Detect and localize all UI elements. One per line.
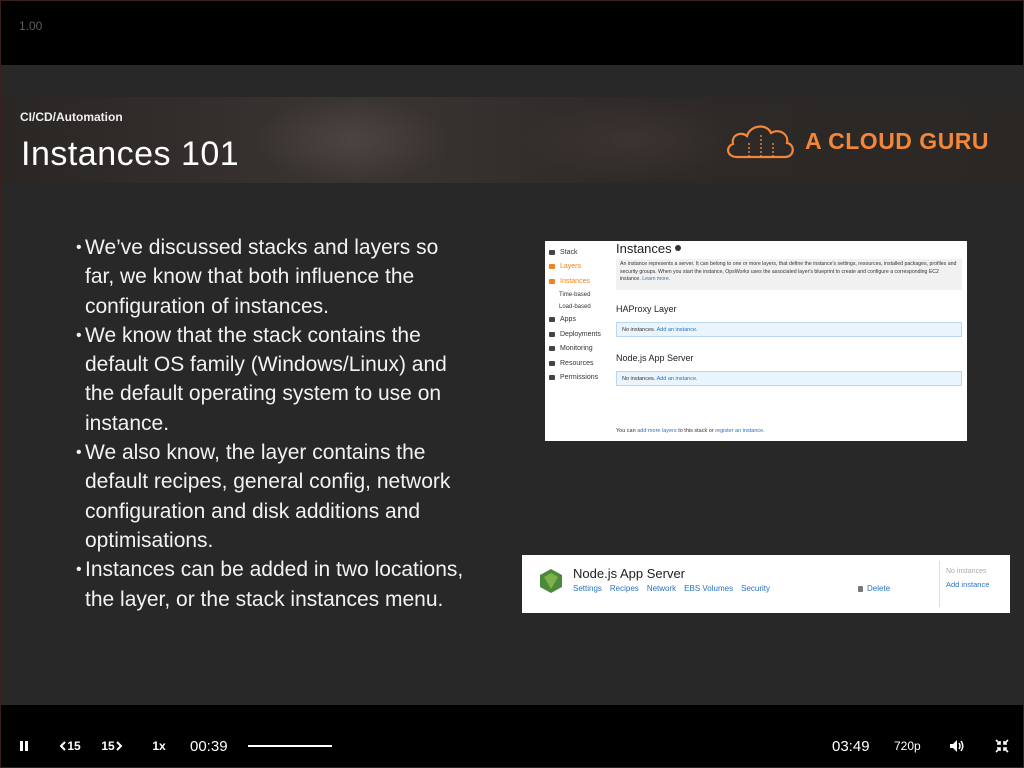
- deployments-icon: [549, 331, 555, 337]
- sidebar-item-monitoring: Monitoring: [545, 342, 609, 357]
- monitoring-icon: [549, 346, 555, 352]
- learn-more-link: Learn more.: [642, 276, 671, 282]
- playback-speed-button[interactable]: 1x: [148, 735, 170, 757]
- exit-fullscreen-button[interactable]: [991, 735, 1013, 757]
- playback-speed-indicator: 1.00: [19, 19, 43, 33]
- bullet-list: We’ve discussed stacks and layers so far…: [76, 233, 516, 614]
- chevron-left-icon: [59, 741, 67, 751]
- layer-link-network: Network: [646, 584, 677, 593]
- rewind-15-button[interactable]: 15: [57, 735, 83, 757]
- trash-icon: [858, 585, 863, 592]
- slide-header: CI/CD/Automation Instances 101 A CLOUD G…: [1, 97, 1024, 183]
- bullet-line: Instances can be added in two locations,: [85, 558, 464, 582]
- header-background-blur: [521, 97, 741, 183]
- layer-links: Settings Recipes Network EBS Volumes Sec…: [573, 584, 770, 593]
- instances-icon: [549, 278, 555, 284]
- apps-icon: [549, 317, 555, 323]
- layer-name: Node.js App Server: [573, 566, 686, 581]
- brand-name: A CLOUD GURU: [805, 127, 990, 154]
- bullet-item: Instances can be added in two locations,…: [76, 555, 516, 614]
- lock-icon: [549, 375, 555, 381]
- slide: CI/CD/Automation Instances 101 A CLOUD G…: [1, 65, 1024, 705]
- sidebar-item-permissions: Permissions: [545, 371, 609, 386]
- sidebar-item-time-based: Time-based: [559, 291, 591, 298]
- pause-button[interactable]: [13, 735, 35, 757]
- forward-15-button[interactable]: 15: [99, 735, 125, 757]
- no-instances-label: No instances: [946, 568, 987, 575]
- sidebar-item-deployments: Deployments: [545, 327, 609, 342]
- cloud-logo-icon: [727, 125, 794, 159]
- layer-card-screenshot: Node.js App Server Settings Recipes Netw…: [522, 555, 1010, 613]
- layer-link-ebs-volumes: EBS Volumes: [684, 584, 734, 593]
- volume-button[interactable]: [946, 735, 968, 757]
- volume-icon: [950, 740, 964, 752]
- layer-link-recipes: Recipes: [609, 584, 639, 593]
- add-more-layers-link: add more layers: [637, 428, 677, 434]
- add-instance-link: Add instance: [946, 580, 990, 589]
- bullet-line: default OS family (Windows/Linux) and: [85, 353, 447, 377]
- layers-icon: [549, 264, 555, 270]
- bullet-line: instance.: [85, 411, 170, 435]
- add-instance-link: Add an instance.: [656, 327, 698, 333]
- slide-title: Instances 101: [21, 135, 240, 173]
- no-instances-notice: No instances. Add an instance.: [616, 371, 962, 386]
- sidebar-item-layers: Layers: [545, 260, 609, 275]
- instances-description: An instance represents a server. It can …: [616, 259, 962, 290]
- bullet-line: optimisations.: [85, 528, 214, 552]
- bullet-line: the default operating system to use on: [85, 382, 442, 406]
- bullet-line: We’ve discussed stacks and layers so: [85, 236, 439, 259]
- video-player[interactable]: 1.00 CI/CD/Automation Instances 101 A CL…: [0, 0, 1024, 768]
- bullet-item: We’ve discussed stacks and layers so far…: [76, 233, 516, 321]
- instances-heading: Instances: [616, 241, 962, 259]
- header-background-blur: [251, 97, 451, 183]
- bullet-line: configuration of instances.: [85, 294, 329, 318]
- exit-fullscreen-icon: [995, 739, 1009, 753]
- stack-icon: [549, 249, 555, 255]
- pause-icon: [20, 741, 28, 751]
- chevron-right-icon: [115, 741, 123, 751]
- layer-link-security: Security: [741, 584, 770, 593]
- layer-delete: Delete: [858, 584, 890, 593]
- player-controls: 15 15 1x 00:39 03:49 720p: [1, 723, 1024, 768]
- sidebar-item-load-based: Load-based: [559, 303, 591, 310]
- brand-logo: A CLOUD GURU: [723, 119, 1003, 163]
- bullet-item: We know that the stack contains the defa…: [76, 321, 516, 438]
- instances-page-screenshot: Stack Layers Instances Time-based Load-b…: [545, 241, 967, 441]
- course-category: CI/CD/Automation: [20, 110, 123, 124]
- bullet-item: We also know, the layer contains the def…: [76, 438, 516, 555]
- layer-title: HAProxy Layer: [616, 304, 677, 314]
- nodejs-hexagon-icon: [540, 569, 562, 593]
- bullet-line: far, we know that both influence the: [85, 265, 415, 289]
- info-icon: [674, 245, 681, 251]
- screenshot-footer: You can add more layers to this stack or…: [616, 428, 765, 434]
- total-time: 03:49: [832, 737, 870, 755]
- layer-instances-panel: No instances Add instance: [939, 561, 1005, 607]
- screenshot-sidebar: Stack Layers Instances Time-based Load-b…: [545, 241, 609, 441]
- layer-link-settings: Settings: [573, 584, 602, 593]
- sidebar-item-stack: Stack: [545, 245, 609, 260]
- layer-title: Node.js App Server: [616, 353, 694, 363]
- sidebar-item-apps: Apps: [545, 313, 609, 328]
- add-instance-link: Add an instance.: [656, 376, 698, 382]
- resources-icon: [549, 360, 555, 366]
- seek-bar[interactable]: [248, 745, 332, 747]
- register-instance-link: register an instance: [715, 428, 764, 434]
- bullet-line: the layer, or the stack instances menu.: [85, 587, 444, 611]
- screenshot-main: Instances An instance represents a serve…: [616, 241, 962, 441]
- current-time: 00:39: [190, 737, 228, 755]
- bullet-line: We know that the stack contains the: [85, 323, 421, 347]
- sidebar-item-instances: Instances: [545, 274, 609, 289]
- bullet-line: default recipes, general config, network: [85, 470, 451, 494]
- sidebar-item-resources: Resources: [545, 356, 609, 371]
- quality-button[interactable]: 720p: [894, 735, 921, 757]
- no-instances-notice: No instances. Add an instance.: [616, 322, 962, 337]
- bullet-line: configuration and disk additions and: [85, 499, 421, 523]
- bullet-line: We also know, the layer contains the: [85, 441, 426, 465]
